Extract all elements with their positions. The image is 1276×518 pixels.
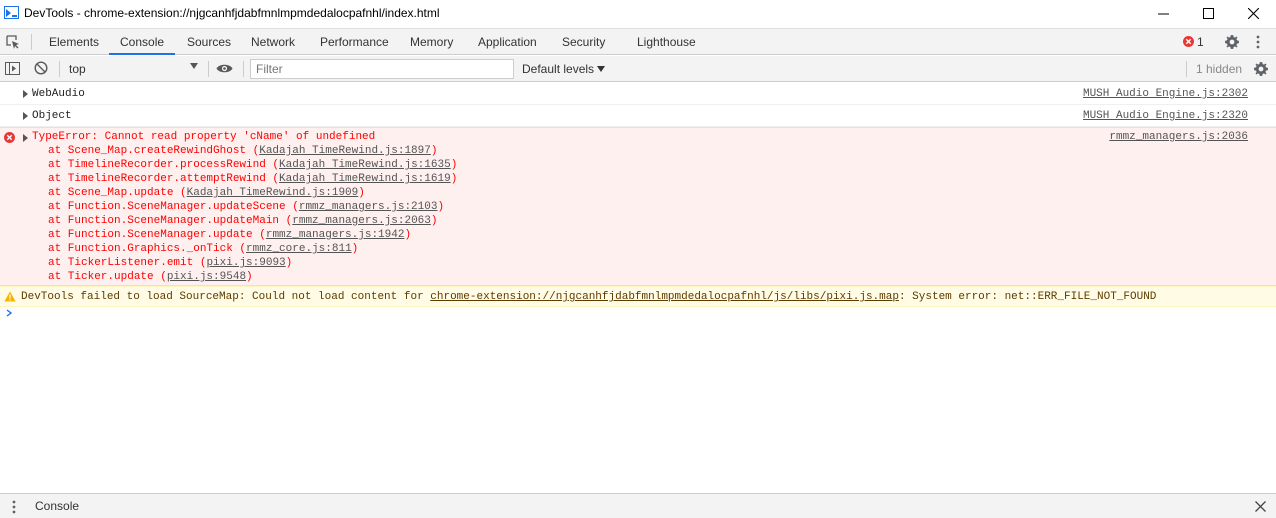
log-levels-dropdown[interactable]: Default levels (522, 59, 594, 79)
drawer-bar: Console (0, 493, 1276, 518)
drawer-tab-console[interactable]: Console (35, 494, 79, 518)
window-title: DevTools - chrome-extension://njgcanhfjd… (24, 6, 440, 20)
sourcemap-link[interactable]: chrome-extension://njgcanhfjdabfmnlmpmde… (430, 291, 899, 303)
tab-lighthouse[interactable]: Lighthouse (637, 29, 696, 55)
tab-application[interactable]: Application (478, 29, 537, 55)
kebab-menu-icon[interactable] (11, 499, 17, 515)
stack-frame-link[interactable]: rmmz_managers.js:1942 (266, 229, 405, 241)
error-icon (4, 132, 15, 143)
maximize-icon (1202, 7, 1214, 19)
clear-console-icon[interactable] (34, 61, 48, 75)
warning-text: DevTools failed to load SourceMap: Could… (21, 291, 1157, 303)
close-window-button[interactable] (1230, 0, 1276, 26)
stack-frame: at Function.SceneManager.update (rmmz_ma… (48, 229, 412, 241)
message-text: WebAudio (32, 88, 85, 100)
console-output: WebAudio MUSH Audio Engine.js:2302 Objec… (0, 83, 1276, 493)
eye-icon[interactable] (216, 63, 233, 74)
tab-security[interactable]: Security (562, 29, 605, 55)
stack-frame: at Function.SceneManager.updateScene (rm… (48, 201, 445, 213)
devtools-icon (4, 6, 19, 19)
tab-elements[interactable]: Elements (49, 29, 99, 55)
prompt-chevron-icon[interactable] (5, 309, 13, 317)
stack-frame: at TickerListener.emit (pixi.js:9093) (48, 257, 293, 269)
filter-input[interactable] (250, 59, 514, 79)
stack-frame-link[interactable]: Kadajah TimeRewind.js:1897 (259, 145, 431, 157)
console-message-webaudio[interactable]: WebAudio MUSH Audio Engine.js:2302 (0, 83, 1276, 105)
error-count-badge[interactable]: 1 (1197, 29, 1204, 55)
divider (243, 61, 244, 77)
stack-frame-link[interactable]: Kadajah TimeRewind.js:1619 (279, 173, 451, 185)
kebab-menu-icon[interactable] (1255, 34, 1261, 50)
stack-frame-link[interactable]: Kadajah TimeRewind.js:1635 (279, 159, 451, 171)
sidebar-toggle-icon[interactable] (5, 62, 20, 75)
stack-frame-link[interactable]: pixi.js:9093 (206, 257, 285, 269)
tab-console[interactable]: Console (120, 29, 164, 55)
context-selector[interactable]: top (63, 59, 205, 79)
stack-frame: at TimelineRecorder.attemptRewind (Kadaj… (48, 173, 458, 185)
minimize-button[interactable] (1140, 0, 1186, 26)
stack-frame-link[interactable]: Kadajah TimeRewind.js:1909 (187, 187, 359, 199)
stack-frame: at Function.Graphics._onTick (rmmz_core.… (48, 243, 359, 255)
window-titlebar: DevTools - chrome-extension://njgcanhfjd… (0, 0, 1276, 26)
expand-triangle-icon[interactable] (23, 112, 28, 120)
divider (31, 34, 32, 50)
source-link[interactable]: MUSH Audio Engine.js:2302 (1083, 87, 1248, 101)
stack-frame-link[interactable]: pixi.js:9548 (167, 271, 246, 283)
stack-frame: at Scene_Map.createRewindGhost (Kadajah … (48, 145, 438, 157)
chevron-down-icon (190, 63, 198, 69)
error-text: TypeError: Cannot read property 'cName' … (32, 131, 376, 143)
expand-triangle-icon[interactable] (23, 90, 28, 98)
tab-memory[interactable]: Memory (410, 29, 453, 55)
panel-tabbar: Elements Console Sources Network Perform… (0, 28, 1276, 55)
inspect-element-icon[interactable] (6, 35, 20, 49)
console-message-object[interactable]: Object MUSH Audio Engine.js:2320 (0, 105, 1276, 127)
divider (208, 61, 209, 77)
console-message-warning[interactable]: DevTools failed to load SourceMap: Could… (0, 286, 1276, 307)
tab-sources[interactable]: Sources (187, 29, 231, 55)
message-text: Object (32, 110, 72, 122)
maximize-button[interactable] (1185, 0, 1231, 26)
tab-network[interactable]: Network (251, 29, 295, 55)
stack-frame: at TimelineRecorder.processRewind (Kadaj… (48, 159, 458, 171)
stack-frame: at Ticker.update (pixi.js:9548) (48, 271, 253, 283)
console-message-error[interactable]: TypeError: Cannot read property 'cName' … (0, 127, 1276, 286)
stack-frame: at Scene_Map.update (Kadajah TimeRewind.… (48, 187, 365, 199)
gear-icon[interactable] (1224, 34, 1240, 50)
expand-triangle-icon[interactable] (23, 134, 28, 142)
hidden-messages-count: 1 hidden (1196, 62, 1243, 76)
chevron-down-icon (597, 66, 605, 72)
divider (1186, 61, 1187, 77)
stack-frame-link[interactable]: rmmz_managers.js:2103 (299, 201, 438, 213)
stack-frame: at Function.SceneManager.updateMain (rmm… (48, 215, 438, 227)
minimize-icon (1157, 13, 1169, 14)
warning-icon (4, 291, 16, 302)
source-link[interactable]: rmmz_managers.js:2036 (1109, 130, 1248, 144)
divider (59, 61, 60, 77)
stack-frame-link[interactable]: rmmz_managers.js:2063 (292, 215, 431, 227)
stack-frame-link[interactable]: rmmz_core.js:811 (246, 243, 352, 255)
close-icon (1247, 7, 1259, 19)
source-link[interactable]: MUSH Audio Engine.js:2320 (1083, 109, 1248, 123)
gear-icon[interactable] (1253, 61, 1269, 77)
console-toolbar: top Default levels 1 hidden (0, 56, 1276, 82)
close-icon[interactable] (1255, 501, 1266, 512)
error-icon (1183, 36, 1194, 47)
tab-performance[interactable]: Performance (320, 29, 389, 55)
active-tab-indicator (109, 53, 175, 55)
